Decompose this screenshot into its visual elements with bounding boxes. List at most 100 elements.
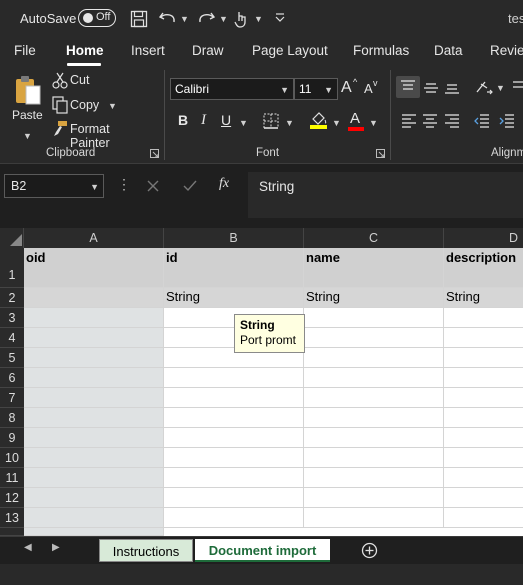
- cell-a9[interactable]: [24, 428, 164, 448]
- save-icon[interactable]: [130, 10, 148, 28]
- row-header-4[interactable]: 4: [0, 328, 24, 348]
- cell-a7[interactable]: [24, 388, 164, 408]
- underline-button[interactable]: U: [221, 112, 231, 128]
- cell-d1[interactable]: description: [444, 248, 523, 288]
- add-sheet-icon[interactable]: [361, 542, 378, 559]
- format-painter-button[interactable]: Format Painter: [52, 120, 152, 150]
- cell-b6[interactable]: [164, 368, 304, 388]
- cell-c9[interactable]: [304, 428, 444, 448]
- cell-c12[interactable]: [304, 488, 444, 508]
- worksheet-grid[interactable]: A B C D 1 oid id name description 2 String Stri…: [0, 228, 523, 536]
- align-right-icon[interactable]: [444, 114, 460, 128]
- row-header-5[interactable]: 5: [0, 348, 24, 368]
- cell-d13[interactable]: [444, 508, 523, 528]
- touch-dropdown-icon[interactable]: ▼: [254, 14, 263, 24]
- cell-b8[interactable]: [164, 408, 304, 428]
- cell-d9[interactable]: [444, 428, 523, 448]
- cell-d5[interactable]: [444, 348, 523, 368]
- cell-d12[interactable]: [444, 488, 523, 508]
- fill-color-dropdown-icon[interactable]: ▼: [332, 118, 341, 128]
- tab-draw[interactable]: Draw: [192, 43, 224, 58]
- cell-a4[interactable]: [24, 328, 164, 348]
- cell-b10[interactable]: [164, 448, 304, 468]
- row-header-7[interactable]: 7: [0, 388, 24, 408]
- tab-home[interactable]: Home: [66, 43, 104, 58]
- cell-c1[interactable]: name: [304, 248, 444, 288]
- cell-c7[interactable]: [304, 388, 444, 408]
- underline-dropdown-icon[interactable]: ▼: [239, 118, 248, 128]
- tab-insert[interactable]: Insert: [131, 43, 165, 58]
- font-color-dropdown-icon[interactable]: ▼: [369, 118, 378, 128]
- name-box[interactable]: B2 ▼: [4, 174, 104, 198]
- font-color-button[interactable]: A: [348, 110, 364, 132]
- autosave-toggle[interactable]: Off: [78, 9, 116, 27]
- cut-button[interactable]: Cut: [52, 72, 97, 92]
- fill-color-icon[interactable]: [309, 110, 329, 130]
- cell-a3[interactable]: [24, 308, 164, 328]
- cell-b2[interactable]: String: [164, 288, 304, 308]
- tab-data[interactable]: Data: [434, 43, 463, 58]
- row-header-partial[interactable]: [0, 528, 24, 536]
- cell-d8[interactable]: [444, 408, 523, 428]
- enter-check-icon[interactable]: [182, 179, 198, 193]
- cell-c2[interactable]: String: [304, 288, 444, 308]
- bold-button[interactable]: B: [178, 112, 188, 128]
- column-header-a[interactable]: A: [24, 228, 164, 248]
- cancel-icon[interactable]: [146, 179, 160, 193]
- clipboard-launcher-icon[interactable]: [150, 149, 160, 159]
- cell-d6[interactable]: [444, 368, 523, 388]
- redo-icon[interactable]: [196, 9, 216, 27]
- cell-c11[interactable]: [304, 468, 444, 488]
- increase-font-size-button[interactable]: A: [341, 79, 352, 97]
- align-left-icon[interactable]: [401, 114, 417, 128]
- cell-a1[interactable]: oid: [24, 248, 164, 288]
- cell-a6[interactable]: [24, 368, 164, 388]
- cell-a11[interactable]: [24, 468, 164, 488]
- cell-c13[interactable]: [304, 508, 444, 528]
- row-header-12[interactable]: 12: [0, 488, 24, 508]
- cell-d10[interactable]: [444, 448, 523, 468]
- more-options-icon[interactable]: ⋮: [117, 176, 131, 193]
- cell-b1[interactable]: id: [164, 248, 304, 288]
- redo-dropdown-icon[interactable]: ▼: [219, 14, 228, 24]
- column-header-c[interactable]: C: [304, 228, 444, 248]
- cell-b11[interactable]: [164, 468, 304, 488]
- wrap-text-icon[interactable]: [513, 80, 523, 96]
- cell-a2[interactable]: [24, 288, 164, 308]
- select-all-corner[interactable]: [0, 228, 24, 248]
- font-size-select[interactable]: 11 ▼: [294, 78, 338, 100]
- copy-dropdown-icon[interactable]: ▼: [108, 101, 117, 111]
- decrease-indent-icon[interactable]: [474, 114, 490, 128]
- scroll-right-icon[interactable]: ▶: [52, 542, 60, 553]
- cell-b12[interactable]: [164, 488, 304, 508]
- cell-b7[interactable]: [164, 388, 304, 408]
- row-header-11[interactable]: 11: [0, 468, 24, 488]
- formula-input[interactable]: String: [248, 172, 523, 218]
- cell-d4[interactable]: [444, 328, 523, 348]
- cell-a5[interactable]: [24, 348, 164, 368]
- sheet-tab-instructions[interactable]: Instructions: [99, 539, 193, 562]
- cell-a13[interactable]: [24, 508, 164, 528]
- column-header-d[interactable]: D: [444, 228, 523, 248]
- italic-button[interactable]: I: [201, 112, 206, 129]
- cell-c10[interactable]: [304, 448, 444, 468]
- undo-dropdown-icon[interactable]: ▼: [180, 14, 189, 24]
- row-header-8[interactable]: 8: [0, 408, 24, 428]
- cell-c5[interactable]: [304, 348, 444, 368]
- tab-page-layout[interactable]: Page Layout: [252, 43, 328, 58]
- cell-c4[interactable]: [304, 328, 444, 348]
- orientation-dropdown-icon[interactable]: ▼: [496, 83, 505, 93]
- top-align-button[interactable]: [396, 76, 420, 98]
- row-header-10[interactable]: 10: [0, 448, 24, 468]
- font-launcher-icon[interactable]: [376, 149, 386, 159]
- cell-d2[interactable]: String: [444, 288, 523, 308]
- sheet-tab-document-import[interactable]: Document import: [195, 539, 330, 562]
- row-header-13[interactable]: 13: [0, 508, 24, 528]
- align-center-icon[interactable]: [422, 114, 438, 128]
- tab-formulas[interactable]: Formulas: [353, 43, 409, 58]
- undo-icon[interactable]: [158, 9, 178, 27]
- middle-align-icon[interactable]: [423, 81, 439, 95]
- cell-b9[interactable]: [164, 428, 304, 448]
- borders-dropdown-icon[interactable]: ▼: [285, 118, 294, 128]
- cell-a8[interactable]: [24, 408, 164, 428]
